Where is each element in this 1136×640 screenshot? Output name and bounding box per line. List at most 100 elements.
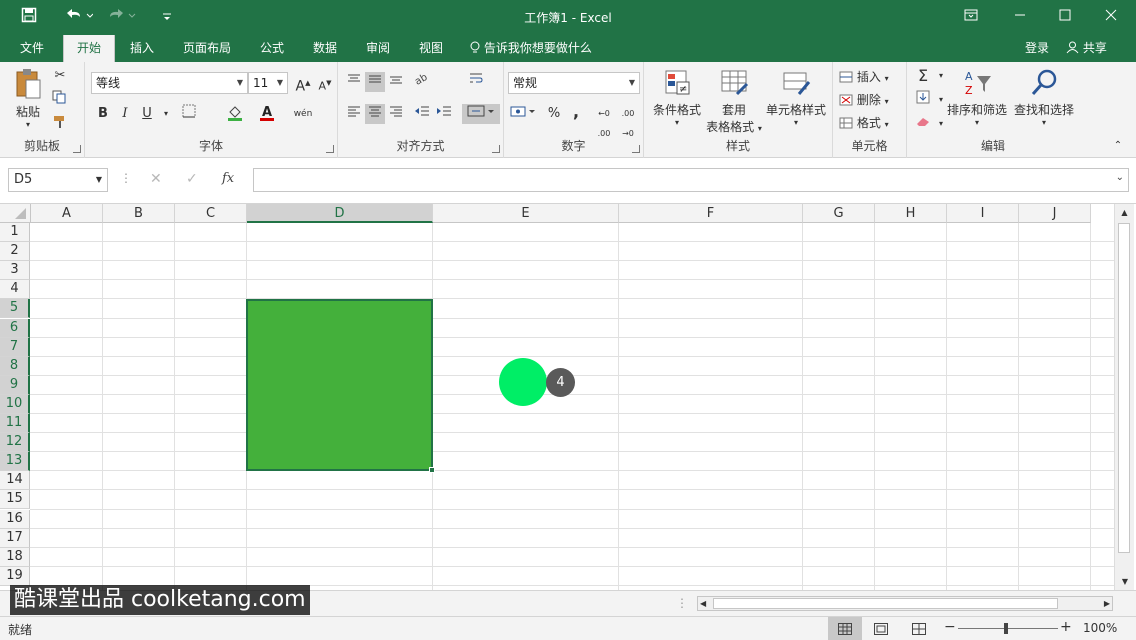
select-all-button[interactable] [0, 204, 31, 223]
split-handle-icon[interactable]: ⋮ [676, 596, 688, 610]
row-header-16[interactable]: 16 [0, 509, 30, 529]
align-center-icon[interactable] [365, 104, 385, 124]
wrap-text-icon[interactable] [466, 72, 486, 92]
italic-button[interactable]: I [115, 104, 135, 124]
horizontal-scroll-thumb[interactable] [713, 598, 1058, 609]
row-header-17[interactable]: 17 [0, 528, 30, 548]
row-header-4[interactable]: 4 [0, 280, 30, 300]
vertical-scrollbar[interactable]: ▲ ▼ [1114, 204, 1134, 590]
tab-insert[interactable]: 插入 [122, 35, 162, 62]
orientation-icon[interactable]: ab [412, 72, 432, 92]
close-icon[interactable] [1088, 0, 1134, 35]
scroll-left-icon[interactable]: ◀ [700, 597, 706, 610]
column-header-f[interactable]: F [619, 204, 803, 223]
row-header-19[interactable]: 19 [0, 566, 30, 586]
scroll-right-icon[interactable]: ▶ [1104, 597, 1110, 610]
clear-icon[interactable] [913, 114, 933, 134]
phonetic-icon[interactable]: wén [293, 104, 313, 124]
worksheet-grid[interactable]: ABCDEFGHIJ 1 2 3 4 5 6 7 8 9 10 11 12 13 14 15 16 17 18 19… [0, 204, 1136, 590]
row-header-14[interactable]: 14 [0, 471, 30, 491]
tab-review[interactable]: 审阅 [358, 35, 398, 62]
expand-formula-bar-icon[interactable]: ⌄ [1116, 172, 1124, 183]
column-header-j[interactable]: J [1019, 204, 1091, 223]
copy-icon[interactable] [50, 90, 70, 110]
maximize-icon[interactable] [1042, 0, 1088, 35]
align-right-icon[interactable] [386, 104, 406, 124]
delete-cells-button[interactable]: 删除 ▾ [839, 91, 903, 108]
paste-button[interactable]: 粘贴 ▾ [10, 68, 46, 130]
comma-style-button[interactable]: , [566, 102, 586, 122]
align-bottom-icon[interactable] [386, 72, 406, 92]
name-box[interactable]: D5 ▼ [8, 168, 108, 192]
underline-dropdown-icon[interactable]: ▾ [156, 104, 176, 124]
row-header-3[interactable]: 3 [0, 261, 30, 281]
conditional-formatting-button[interactable]: ≠ 条件格式 ▾ [648, 68, 706, 134]
column-header-h[interactable]: H [875, 204, 947, 223]
row-header-10[interactable]: 10 [0, 394, 30, 414]
font-size-combo[interactable]: 11 ▼ [248, 72, 288, 94]
column-header-g[interactable]: G [803, 204, 875, 223]
column-header-e[interactable]: E [433, 204, 619, 223]
zoom-out-icon[interactable]: − [944, 619, 956, 635]
fill-icon[interactable] [913, 90, 933, 110]
underline-button[interactable]: U [137, 104, 157, 124]
percent-style-button[interactable]: % [544, 104, 564, 124]
zoom-in-icon[interactable]: + [1060, 619, 1072, 635]
number-launcher-icon[interactable] [632, 145, 640, 153]
row-header-2[interactable]: 2 [0, 242, 30, 262]
horizontal-scrollbar[interactable]: ◀ ▶ [697, 596, 1113, 611]
share-button[interactable]: 共享 [1066, 35, 1107, 61]
normal-view-icon[interactable] [828, 617, 862, 640]
sort-filter-button[interactable]: AZ 排序和筛选 ▾ [945, 68, 1009, 134]
scroll-down-icon[interactable]: ▼ [1115, 577, 1135, 586]
row-header-11[interactable]: 11 [0, 414, 30, 434]
tell-me-box[interactable]: 告诉我你想要做什么 [470, 35, 592, 61]
column-header-i[interactable]: I [947, 204, 1019, 223]
align-top-icon[interactable] [344, 72, 364, 92]
autosum-icon[interactable]: Σ [913, 66, 933, 86]
formula-input[interactable]: ⌄ [253, 168, 1129, 192]
tab-page-layout[interactable]: 页面布局 [176, 35, 238, 62]
page-layout-view-icon[interactable] [874, 623, 888, 638]
tab-data[interactable]: 数据 [305, 35, 345, 62]
insert-function-icon[interactable]: fx [222, 171, 234, 186]
row-header-13[interactable]: 13 [0, 452, 30, 472]
format-as-table-button[interactable]: 套用 表格格式 ▾ [704, 68, 764, 134]
row-header-7[interactable]: 7 [0, 337, 30, 357]
tab-home[interactable]: 开始 [63, 35, 115, 62]
cut-icon[interactable]: ✂ [50, 66, 70, 86]
tab-formulas[interactable]: 公式 [252, 35, 292, 62]
fill-handle[interactable] [429, 467, 435, 473]
accounting-format-icon[interactable] [508, 104, 538, 124]
enter-icon[interactable]: ✓ [186, 171, 198, 187]
cancel-icon[interactable]: ✕ [150, 171, 162, 187]
ribbon-display-options-icon[interactable] [948, 0, 994, 35]
fill-color-icon[interactable] [225, 104, 245, 124]
zoom-level[interactable]: 100% [1083, 621, 1117, 635]
row-header-8[interactable]: 8 [0, 356, 30, 376]
font-launcher-icon[interactable] [326, 145, 334, 153]
vertical-scroll-thumb[interactable] [1118, 223, 1130, 553]
align-middle-icon[interactable] [365, 72, 385, 92]
align-left-icon[interactable] [344, 104, 364, 124]
font-name-combo[interactable]: 等线 ▼ [91, 72, 248, 94]
number-format-combo[interactable]: 常规 ▼ [508, 72, 640, 94]
column-header-b[interactable]: B [103, 204, 175, 223]
format-painter-icon[interactable] [50, 114, 70, 134]
row-header-18[interactable]: 18 [0, 547, 30, 567]
find-select-button[interactable]: 查找和选择 ▾ [1011, 68, 1077, 134]
increase-decimal-icon[interactable]: ←0.00 [594, 104, 614, 138]
decrease-indent-icon[interactable] [412, 104, 432, 124]
grow-font-icon[interactable]: A▲ [293, 73, 313, 95]
column-header-d[interactable]: D [247, 204, 433, 223]
column-header-a[interactable]: A [31, 204, 103, 223]
borders-icon[interactable] [179, 104, 199, 124]
selected-range[interactable] [246, 299, 433, 471]
format-cells-button[interactable]: 格式 ▾ [839, 114, 903, 131]
increase-indent-icon[interactable] [434, 104, 454, 124]
cell-styles-button[interactable]: 单元格样式 ▾ [764, 68, 828, 134]
insert-cells-button[interactable]: 插入 ▾ [839, 68, 903, 85]
shrink-font-icon[interactable]: A▼ [315, 73, 335, 93]
clipboard-launcher-icon[interactable] [73, 145, 81, 153]
row-header-6[interactable]: 6 [0, 318, 30, 338]
